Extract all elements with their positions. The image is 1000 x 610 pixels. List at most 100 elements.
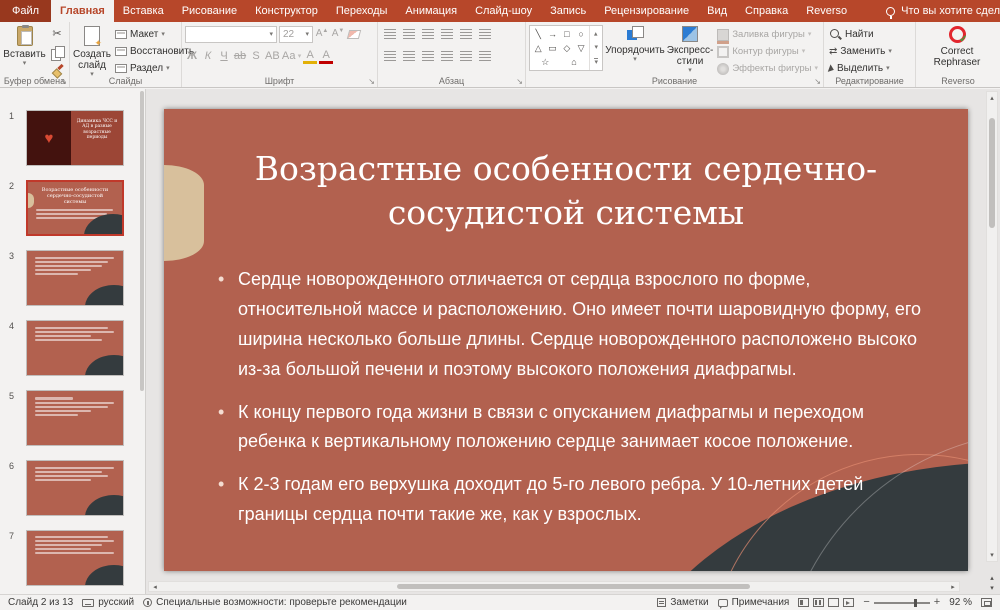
clear-formatting-button[interactable] [346,26,362,42]
tab-home[interactable]: Главная [51,0,114,22]
scroll-down-icon[interactable]: ▾ [990,549,994,561]
bullets-button[interactable] [381,26,398,42]
vertical-scrollbar[interactable]: ▴ ▾ [986,91,998,562]
line-spacing-button[interactable] [457,26,474,42]
scroll-right-icon[interactable]: ▸ [947,583,959,591]
fit-slide-to-window-button[interactable] [981,598,992,607]
change-case-button[interactable]: Аа [282,48,296,64]
scroll-left-icon[interactable]: ◂ [149,583,161,591]
clipboard-dialog-launcher[interactable] [60,77,67,86]
character-spacing-button[interactable]: АВ [265,48,280,64]
slide-sorter-view-button[interactable] [813,598,825,607]
new-slide-button[interactable]: Создать слайд [73,24,111,78]
language-button[interactable]: русский [82,597,134,608]
indent-increase-button[interactable] [438,26,455,42]
copy-button[interactable] [48,45,66,61]
font-name-combobox[interactable] [185,25,277,43]
tab-insert[interactable]: Вставка [114,0,173,22]
comments-button[interactable]: Примечания [717,597,789,609]
shapes-more-icon[interactable] [594,58,598,66]
decrease-font-button[interactable]: А ▼ [331,26,345,42]
shape-down-triangle-button[interactable]: ▽ [574,41,588,55]
font-dialog-launcher[interactable] [368,77,375,86]
shapes-scroll-down-icon[interactable] [594,44,598,51]
notes-button[interactable]: Заметки [657,597,709,608]
bold-button[interactable]: Ж [185,48,199,64]
tab-view[interactable]: Вид [698,0,736,22]
horizontal-scrollbar[interactable]: ◂ ▸ [148,581,960,592]
shape-rectangle-button[interactable]: □ [560,27,574,41]
italic-button[interactable]: К [201,48,215,64]
vertical-scroll-thumb[interactable] [989,118,995,228]
shape-triangle-button[interactable]: △ [531,41,545,55]
tab-slideshow[interactable]: Слайд-шоу [466,0,541,22]
shape-diamond-button[interactable]: ◇ [560,41,574,55]
justify-button[interactable] [438,48,455,64]
increase-font-button[interactable]: А ▲ [315,26,329,42]
tab-record[interactable]: Запись [541,0,595,22]
zoom-slider[interactable] [873,598,930,607]
slide-canvas[interactable]: Возрастные особенности сердечно-сосудист… [164,109,968,571]
find-button[interactable]: Найти [827,27,894,42]
shape-star-button[interactable]: ☆ [538,55,552,69]
shapes-scroll-up-icon[interactable] [594,30,598,37]
strikethrough-button[interactable]: ab [233,48,247,64]
thumbnail-scrollbar[interactable] [140,91,144,391]
slide-thumbnail-4[interactable] [26,320,124,376]
align-left-button[interactable] [381,48,398,64]
numbering-button[interactable] [400,26,417,42]
shape-home-button[interactable]: ⌂ [567,55,581,69]
quick-styles-button[interactable]: Экспресс-стили [667,24,713,74]
select-button[interactable]: Выделить [827,61,894,76]
next-slide-button[interactable]: ▾ [990,584,994,592]
smartart-convert-button[interactable] [476,48,493,64]
zoom-out-button[interactable] [863,597,869,608]
underline-button[interactable]: Ч [217,48,231,64]
zoom-in-button[interactable] [934,597,940,608]
align-center-button[interactable] [400,48,417,64]
slide-thumbnail-5[interactable] [26,390,124,446]
shape-fill-button[interactable]: Заливка фигуры [715,27,820,44]
slide-thumbnail-6[interactable] [26,460,124,516]
slide-title[interactable]: Возрастные особенности сердечно-сосудист… [198,147,934,234]
tab-draw[interactable]: Рисование [173,0,246,22]
tab-design[interactable]: Конструктор [246,0,327,22]
arrange-button[interactable]: Упорядочить [605,24,665,74]
text-shadow-button[interactable]: S [249,48,263,64]
cut-button[interactable]: ✂ [48,27,66,42]
tab-transitions[interactable]: Переходы [327,0,397,22]
tab-help[interactable]: Справка [736,0,797,22]
slide-thumbnail-1[interactable]: ♥ Динамика ЧСС и АД в разные возрастные … [26,110,124,166]
drawing-dialog-launcher[interactable] [814,77,821,86]
text-direction-button[interactable] [476,26,493,42]
font-size-combobox[interactable]: 22 [279,25,313,43]
slide-counter[interactable]: Слайд 2 из 13 [8,597,73,608]
zoom-level[interactable]: 92 % [949,597,972,608]
normal-view-button[interactable] [798,598,810,607]
tab-reverso[interactable]: Reverso [797,0,856,22]
paste-button[interactable]: Вставить [3,24,46,74]
paragraph-dialog-launcher[interactable] [516,77,523,86]
slide-body-text[interactable]: Сердце новорожденного отличается от серд… [214,265,926,543]
tab-file[interactable]: Файл [0,0,52,22]
tell-me-search[interactable]: Что вы хотите сделать? [886,0,1000,22]
correct-rephraser-button[interactable]: ✓ Correct Rephraser [919,24,995,74]
indent-decrease-button[interactable] [419,26,436,42]
shape-ellipse-button[interactable]: ○ [574,27,588,41]
slide-thumbnail-3[interactable] [26,250,124,306]
align-right-button[interactable] [419,48,436,64]
replace-button[interactable]: ⇄ Заменить [827,44,894,59]
tab-animations[interactable]: Анимация [396,0,466,22]
slide-thumbnail-2-selected[interactable]: Возрастные особенности сердечно-сосудист… [26,180,124,236]
slideshow-button[interactable] [843,598,855,607]
shape-line-button[interactable]: ╲ [531,27,545,41]
tab-review[interactable]: Рецензирование [595,0,698,22]
slide-thumbnail-7[interactable] [26,530,124,586]
shape-arrow-button[interactable]: → [545,27,559,41]
previous-slide-button[interactable]: ▴ [990,574,994,582]
accessibility-checker-button[interactable]: Специальные возможности: проверьте реком… [143,597,407,608]
zoom-slider-thumb[interactable] [914,598,918,607]
shape-rounded-rect-button[interactable]: ▭ [545,41,559,55]
columns-button[interactable] [457,48,474,64]
reading-view-button[interactable] [828,598,840,607]
